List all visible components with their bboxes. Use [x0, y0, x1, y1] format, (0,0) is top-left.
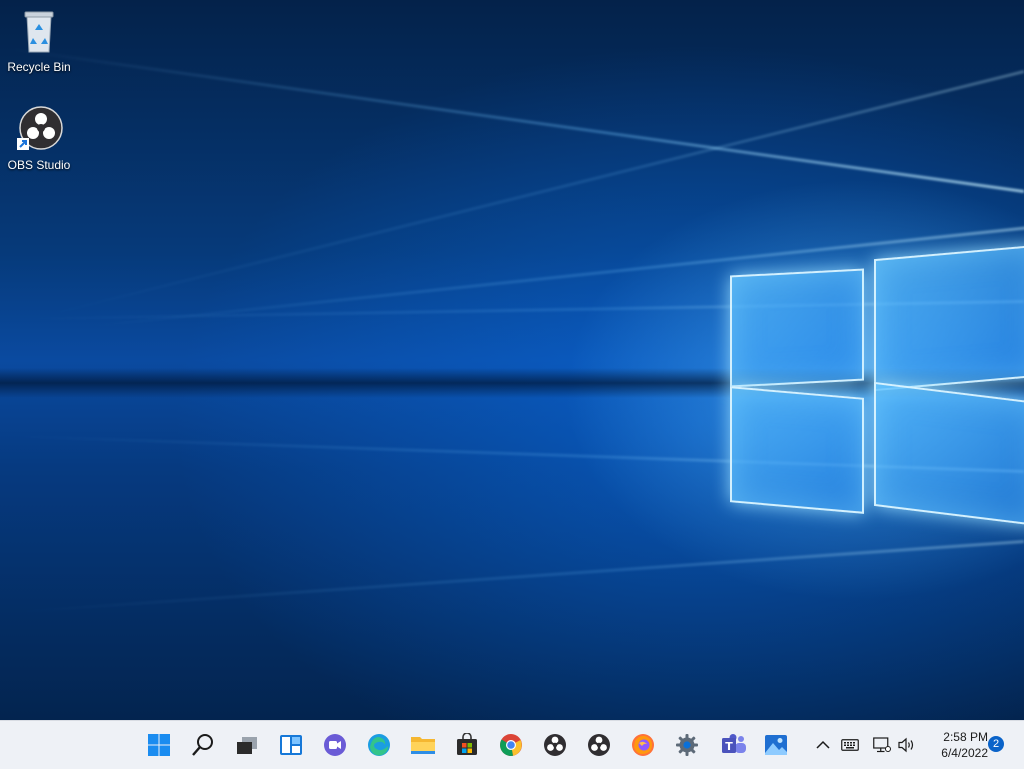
chrome-icon — [500, 734, 522, 756]
keyboard-icon — [841, 739, 859, 751]
chat-button[interactable] — [319, 729, 351, 761]
notification-badge[interactable]: 2 — [988, 736, 1004, 752]
firefox-button[interactable] — [627, 729, 659, 761]
desktop-icon-label: OBS Studio — [7, 158, 71, 172]
svg-text:T: T — [725, 740, 733, 753]
teams-button[interactable]: T — [718, 729, 750, 761]
volume-icon — [898, 737, 914, 753]
edge-button[interactable] — [363, 729, 395, 761]
recycle-bin-icon — [15, 8, 63, 56]
search-icon — [192, 734, 213, 756]
chrome-button[interactable] — [495, 729, 527, 761]
chevron-up-icon — [816, 740, 830, 749]
network-button[interactable] — [872, 735, 892, 755]
teams-chat-icon — [324, 734, 346, 756]
network-icon — [873, 737, 891, 753]
file-explorer-button[interactable] — [407, 729, 439, 761]
photos-icon — [765, 735, 787, 755]
obs-icon — [588, 734, 610, 756]
desktop-icon-label: Recycle Bin — [7, 60, 71, 74]
photos-button[interactable] — [760, 729, 792, 761]
task-view-icon — [237, 737, 257, 754]
settings-button[interactable] — [671, 729, 703, 761]
obs-studio-button-2[interactable] — [583, 729, 615, 761]
obs-icon — [544, 734, 566, 756]
desktop-icon-recycle-bin[interactable]: Recycle Bin — [3, 8, 75, 74]
start-button[interactable] — [143, 729, 175, 761]
taskbar: T 2:58 PM 6/4/2022 — [0, 720, 1024, 769]
search-button[interactable] — [187, 729, 219, 761]
volume-button[interactable] — [897, 735, 917, 755]
teams-icon: T — [722, 734, 746, 753]
firefox-icon — [632, 734, 654, 756]
show-hidden-icons-button[interactable] — [813, 735, 833, 755]
task-view-button[interactable] — [231, 729, 263, 761]
store-icon — [457, 733, 477, 755]
clock-date: 6/4/2022 — [941, 746, 988, 760]
obs-studio-button[interactable] — [539, 729, 571, 761]
store-button[interactable] — [451, 729, 483, 761]
windows-start-icon — [148, 734, 170, 756]
widgets-icon — [280, 735, 302, 755]
widgets-button[interactable] — [275, 729, 307, 761]
edge-icon — [368, 734, 390, 756]
clock-time: 2:58 PM — [943, 730, 988, 744]
obs-studio-icon — [15, 106, 63, 154]
keyboard-button[interactable] — [840, 735, 860, 755]
clock-button[interactable]: 2:58 PM 6/4/2022 — [926, 729, 988, 761]
folder-icon — [411, 737, 435, 754]
gear-icon — [676, 734, 698, 756]
desktop-wallpaper[interactable]: Recycle Bin OBS Studio — [0, 0, 1024, 720]
desktop-icon-obs-studio[interactable]: OBS Studio — [3, 106, 75, 172]
